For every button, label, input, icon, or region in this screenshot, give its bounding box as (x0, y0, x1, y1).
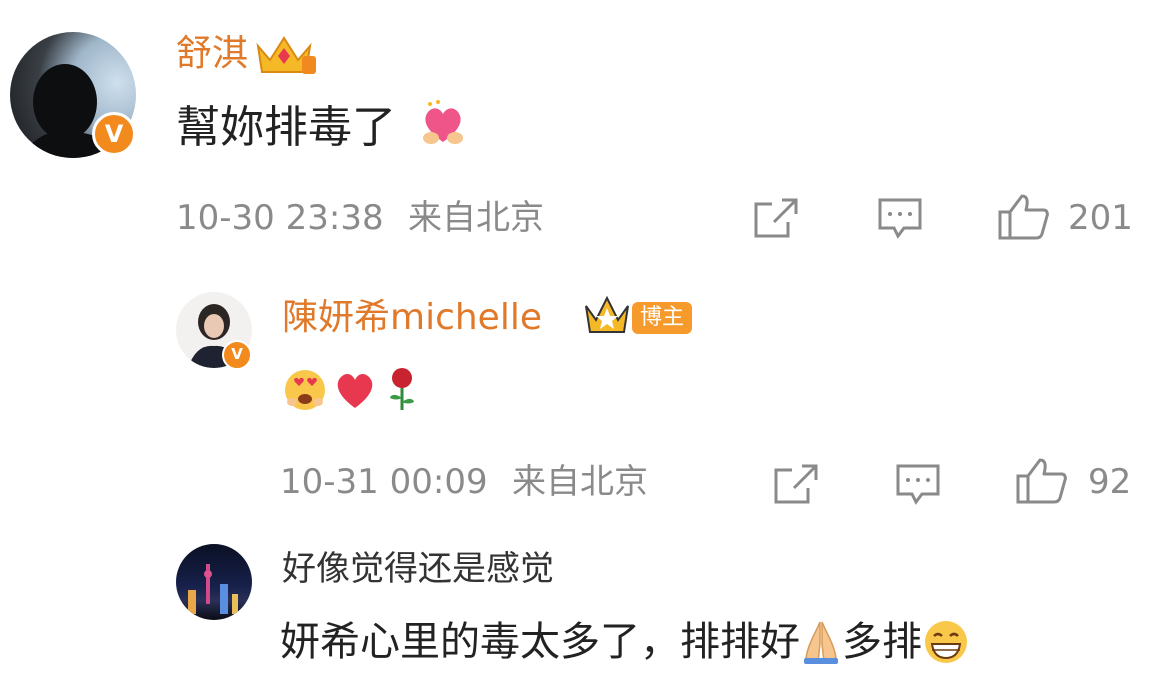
reply-timestamp: 10-31 00:09 (280, 462, 488, 502)
red-heart-emoji (337, 373, 373, 408)
share-icon[interactable] (752, 196, 800, 240)
reply-comment-icon[interactable] (894, 462, 942, 506)
reply-author-name[interactable]: 陳妍希michelle (282, 294, 542, 342)
sub-comment-text-2: 多排 (842, 619, 922, 665)
crown-badge-icon (256, 36, 316, 74)
grin-emoji (925, 621, 967, 663)
crown-badge-icon-2 (585, 295, 629, 333)
reply-like-count: 92 (1088, 462, 1132, 502)
reply-share-icon[interactable] (772, 462, 820, 506)
reply-location: 来自北京 (512, 462, 648, 502)
heart-eyes-emoji (285, 370, 325, 410)
comment-location: 来自北京 (408, 198, 544, 238)
comment-text: 幫妳排毒了 (176, 102, 396, 153)
rose-emoji (390, 368, 414, 410)
comment-like-count: 201 (1068, 198, 1133, 238)
comment-icon[interactable] (876, 196, 924, 240)
sub-commenter-name[interactable]: 好像觉得还是感觉 (282, 546, 554, 592)
sub-commenter-avatar[interactable] (176, 544, 252, 620)
sub-comment-line: 妍希心里的毒太多了，排排好 多排 (280, 614, 970, 670)
verified-badge: V (92, 112, 136, 156)
author-tag-badge: 博主 (632, 302, 693, 334)
reply-verified-badge: V (222, 340, 252, 370)
commenter-name[interactable]: 舒淇 (176, 30, 248, 78)
sub-comment-text-1: 妍希心里的毒太多了，排排好 (280, 619, 800, 665)
reply-thumbs-up-icon[interactable] (1014, 456, 1068, 506)
city-night-image (188, 564, 238, 614)
comment-timestamp: 10-30 23:38 (176, 198, 384, 238)
pray-emoji (804, 621, 838, 664)
heart-hands-emoji (423, 100, 463, 144)
thumbs-up-icon[interactable] (996, 192, 1050, 242)
